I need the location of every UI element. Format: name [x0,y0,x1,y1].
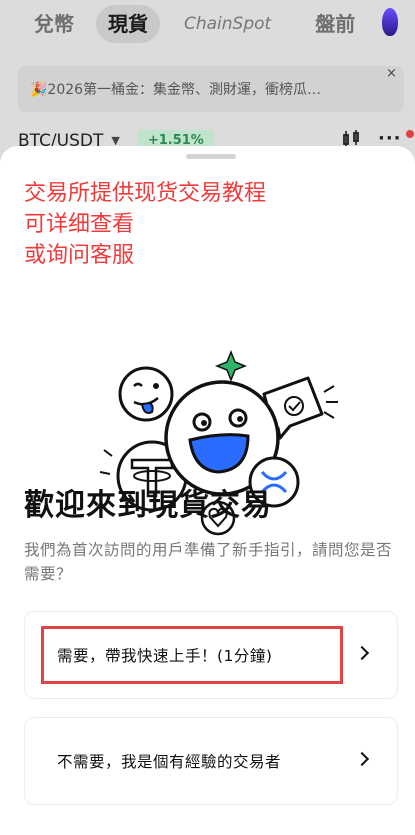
notification-dot [406,130,414,138]
close-icon[interactable]: × [386,66,397,81]
tab-spot[interactable]: 現貨 [96,5,160,43]
skip-guide-label: 不需要，我是個有經驗的交易者 [57,753,282,771]
onboarding-sheet: 交易所提供现货交易教程 可详细查看 或询问客服 歡迎來到現貨交易 我們為首次訪問… [0,146,415,835]
sheet-grabber[interactable] [186,154,236,159]
sparkle-icon [214,349,248,383]
tab-premarket[interactable]: 盤前 [303,5,367,43]
flame-icon[interactable] [382,8,398,36]
chevron-right-icon [354,751,370,767]
tab-convert[interactable]: 兌幣 [22,5,86,43]
tab-chainspot[interactable]: ChainSpot [172,5,283,43]
chevron-right-icon [354,645,370,661]
wink-face-icon [118,366,174,422]
skip-guide-button[interactable]: 不需要，我是個有經驗的交易者 [24,717,398,805]
red-annotation-line: 可详细查看 [24,212,135,237]
need-guide-button[interactable]: 需要，帶我快速上手！(1分鐘) [24,611,398,699]
red-annotation-line: 交易所提供现货交易教程 [24,181,267,206]
sheet-title: 歡迎來到現貨交易 [24,488,272,523]
top-tabs: 兌幣 現貨 ChainSpot 盤前 [0,0,415,48]
promo-banner[interactable]: 🎉2026第一桶金：集金幣、測財運，衝榜瓜… [18,66,404,112]
sheet-subtitle: 我們為首次訪問的用戶準備了新手指引，請問您是否需要？ [24,541,393,583]
need-guide-label: 需要，帶我快速上手！(1分鐘) [57,647,273,665]
promo-banner-text: 🎉2026第一桶金：集金幣、測財運，衝榜瓜… [30,82,322,98]
